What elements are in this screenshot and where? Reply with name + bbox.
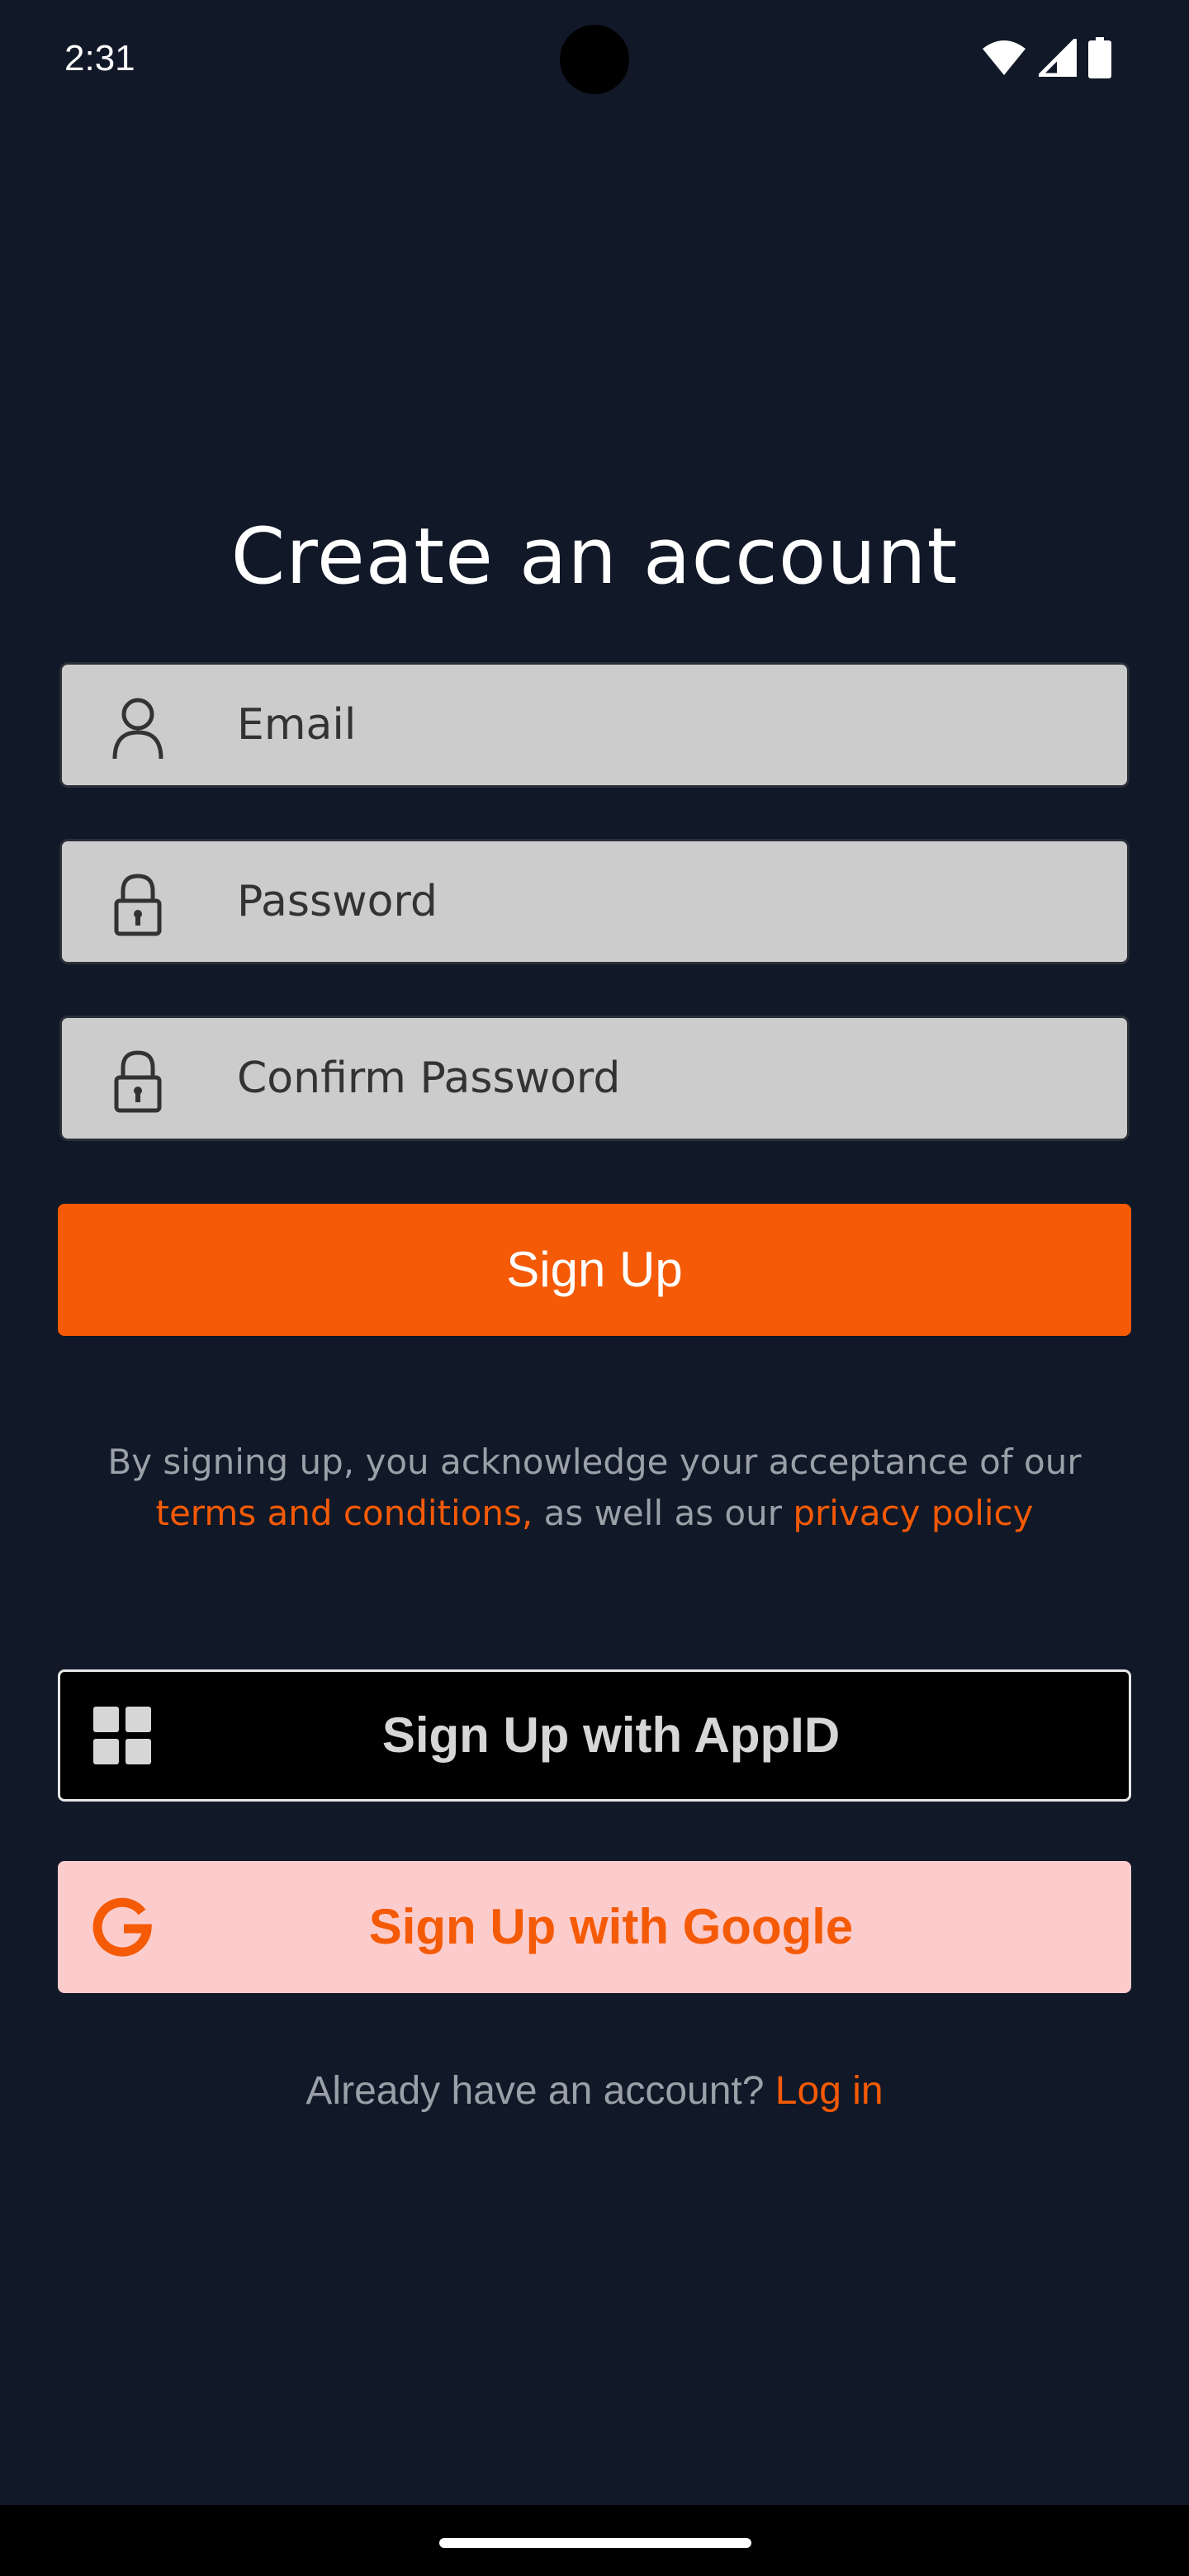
password-field[interactable]: Password xyxy=(59,839,1130,964)
sign-up-button[interactable]: Sign Up xyxy=(58,1204,1131,1336)
terms-notice: By signing up, you acknowledge your acce… xyxy=(0,1437,1189,1539)
lock-icon xyxy=(108,1048,168,1114)
lock-icon xyxy=(108,871,168,937)
status-icons xyxy=(981,35,1111,83)
camera-cutout xyxy=(560,25,629,94)
login-prompt: Already have an account? Log in xyxy=(0,2068,1189,2114)
terms-middle: as well as our xyxy=(533,1493,793,1533)
privacy-link[interactable]: privacy policy xyxy=(793,1493,1033,1533)
wifi-icon xyxy=(981,39,1027,81)
email-placeholder: Email xyxy=(237,700,357,750)
terms-prefix: By signing up, you acknowledge your acce… xyxy=(107,1442,1082,1482)
confirm-password-field[interactable]: Confirm Password xyxy=(59,1016,1130,1141)
appid-button-label: Sign Up with AppID xyxy=(381,1707,841,1763)
email-field[interactable]: Email xyxy=(59,662,1130,788)
terms-link[interactable]: terms and conditions, xyxy=(155,1493,533,1533)
google-button-label: Sign Up with Google xyxy=(368,1899,854,1954)
user-icon xyxy=(108,694,168,760)
status-bar: 2:31 xyxy=(0,0,1189,124)
home-gesture-handle[interactable] xyxy=(439,2538,751,2548)
cellular-signal-icon xyxy=(1035,35,1078,81)
confirm-password-placeholder: Confirm Password xyxy=(237,1054,621,1103)
terms-line-2: terms and conditions, as well as our pri… xyxy=(0,1488,1189,1539)
navigation-bar xyxy=(0,2505,1189,2576)
sign-up-google-button[interactable]: Sign Up with Google xyxy=(58,1861,1131,1993)
password-placeholder: Password xyxy=(237,877,438,926)
sign-up-appid-button[interactable]: Sign Up with AppID xyxy=(58,1669,1131,1802)
status-time: 2:31 xyxy=(64,38,135,78)
battery-icon xyxy=(1088,36,1111,83)
page-title: Create an account xyxy=(230,512,959,602)
login-prompt-text: Already have an account? xyxy=(306,2069,775,2113)
login-link[interactable]: Log in xyxy=(775,2069,883,2113)
